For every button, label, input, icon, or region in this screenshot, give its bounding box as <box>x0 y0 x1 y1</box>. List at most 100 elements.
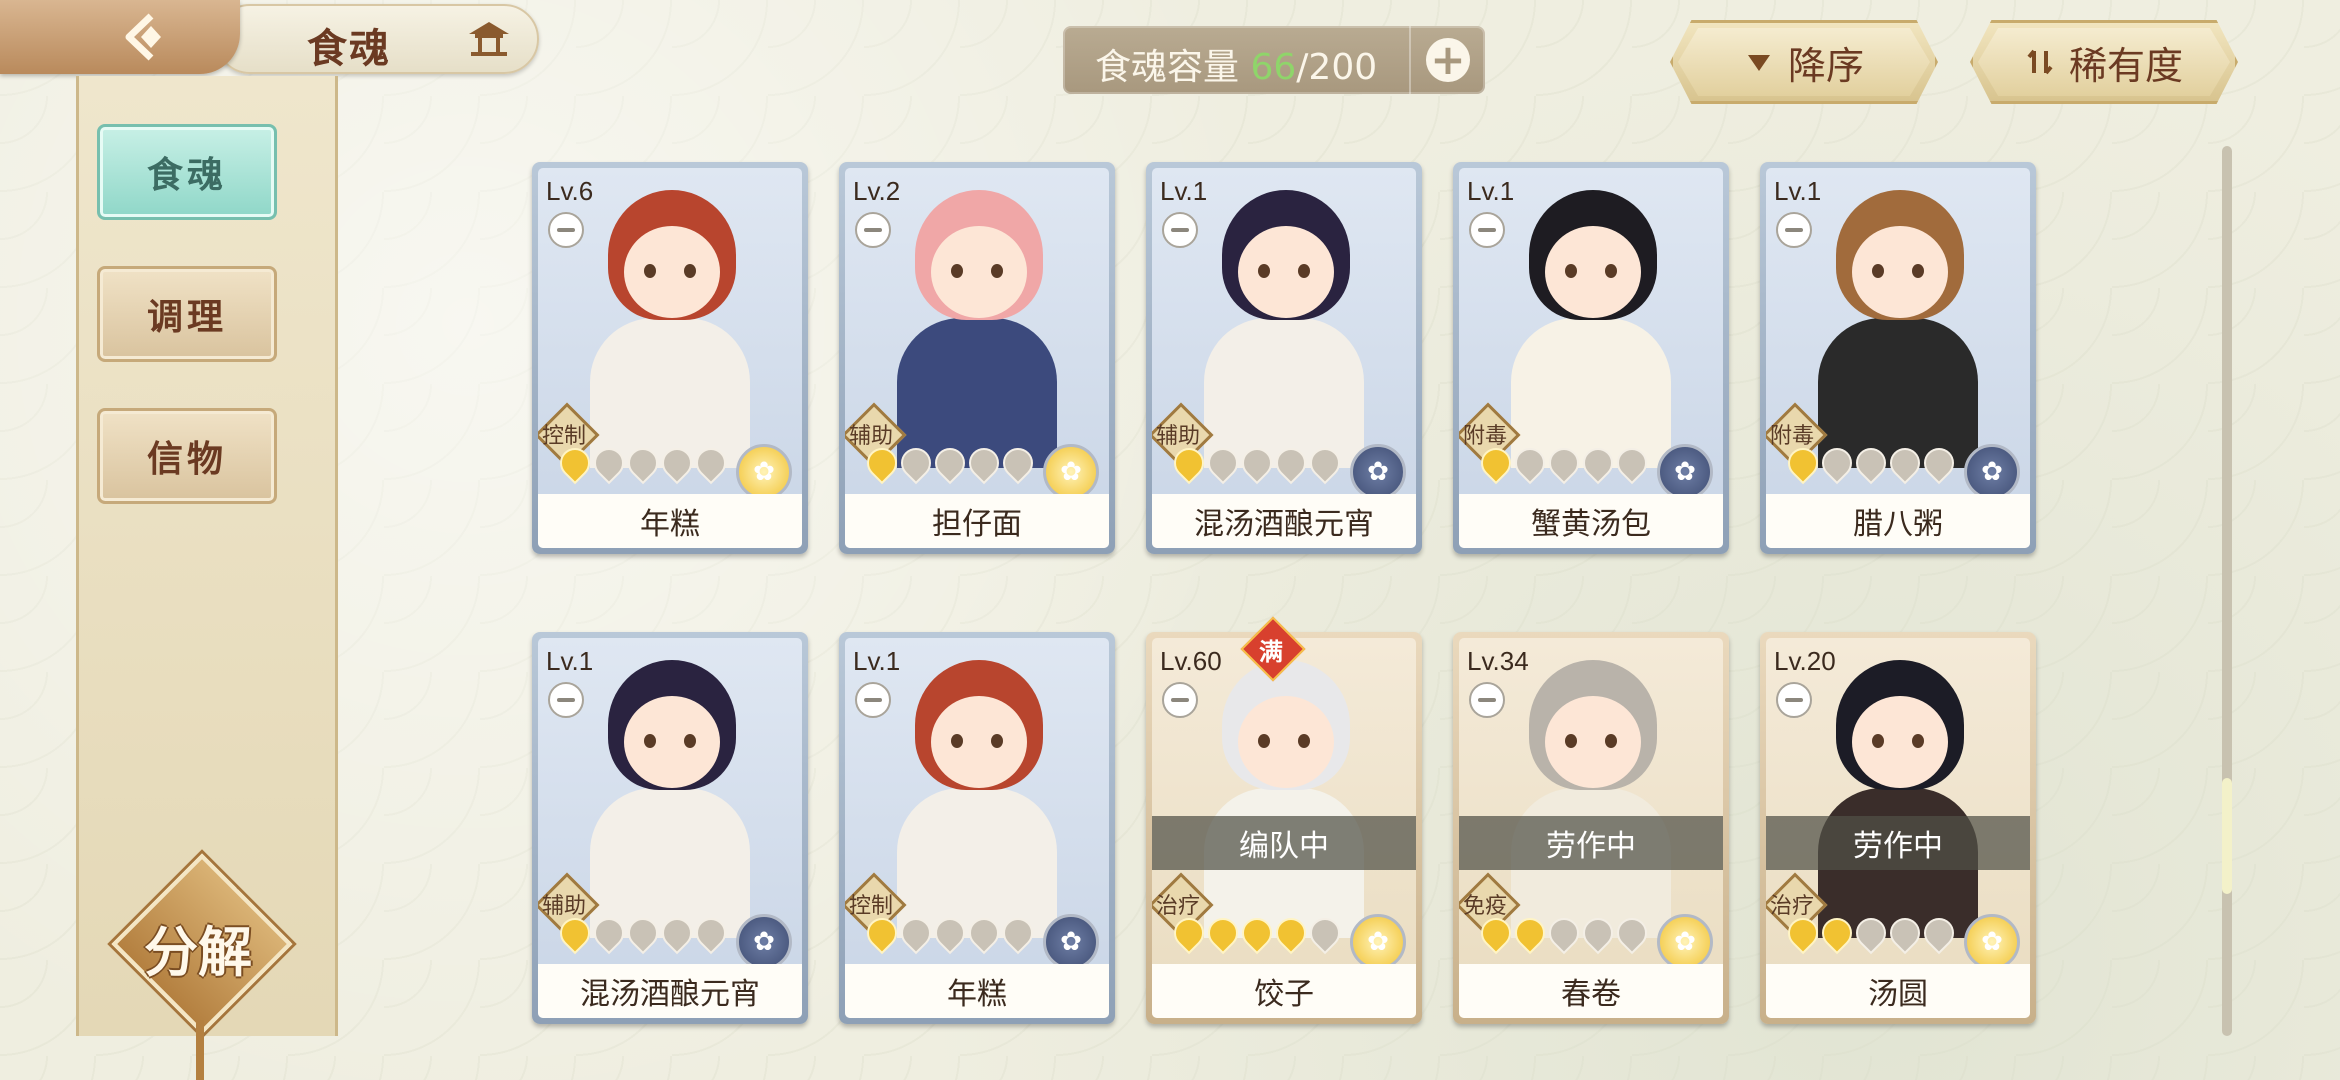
food-soul-card[interactable]: Lv.1 辅助 ✿ 混汤酒酿元宵 <box>1146 162 1422 554</box>
back-arrow-icon <box>125 13 161 61</box>
character-eye <box>1912 264 1924 278</box>
role-label: 辅助 <box>1155 424 1200 449</box>
sort-order-label: 降序 <box>1787 43 1864 88</box>
flame-star-icon <box>1167 441 1211 485</box>
sidebar-item-tokens[interactable]: 信物 <box>97 408 277 504</box>
character-eye <box>1258 264 1270 278</box>
plus-icon: + <box>1426 38 1470 82</box>
scrollbar[interactable] <box>2222 146 2232 1036</box>
card-name: 混汤酒酿元宵 <box>1194 507 1374 542</box>
bowl-icon <box>855 682 891 718</box>
full-badge-label: 满 <box>1259 638 1283 666</box>
food-soul-card[interactable]: Lv.2 辅助 ✿ 担仔面 <box>839 162 1115 554</box>
capacity-max: /200 <box>1296 47 1378 88</box>
card-inner: Lv.1 附毒 ✿ 蟹黄汤包 <box>1459 168 1723 548</box>
flame-star-icon <box>894 911 938 955</box>
card-inner: Lv.2 辅助 ✿ 担仔面 <box>845 168 1109 548</box>
character-eye <box>951 264 963 278</box>
card-level: Lv.20 <box>1774 646 1836 676</box>
character-eye <box>1872 734 1884 748</box>
card-level: Lv.2 <box>853 176 901 206</box>
card-inner: Lv.1 附毒 ✿ 腊八粥 <box>1766 168 2030 548</box>
scrollbar-thumb[interactable] <box>2222 778 2232 894</box>
character-eye <box>1565 264 1577 278</box>
star-flames <box>860 441 1040 485</box>
flame-star-icon <box>1917 911 1961 955</box>
card-status-banner: 劳作中 <box>1459 816 1723 870</box>
character-face <box>1238 696 1334 788</box>
title-plate: 食魂 <box>215 4 539 74</box>
bowl-icon <box>548 212 584 248</box>
name-plate: 腊八粥 <box>1766 494 2030 548</box>
character-face <box>931 226 1027 318</box>
star-flames <box>860 911 1040 955</box>
character-body <box>1818 318 1978 468</box>
flame-star-icon <box>1781 441 1825 485</box>
star-flames <box>1474 441 1654 485</box>
name-plate: 饺子 <box>1152 964 1416 1018</box>
sidebar-item-food-souls[interactable]: 食魂 <box>97 124 277 220</box>
card-name: 春卷 <box>1561 977 1621 1012</box>
rarity-flower-icon: ✿ <box>1350 914 1406 970</box>
food-soul-card[interactable]: Lv.34 劳作中 免疫 ✿ 春卷 <box>1453 632 1729 1024</box>
character-eye <box>951 734 963 748</box>
role-label: 辅助 <box>541 894 586 919</box>
flame-star-icon <box>587 441 631 485</box>
character-eye <box>644 734 656 748</box>
character-body <box>897 788 1057 938</box>
flame-star-icon <box>996 911 1040 955</box>
name-plate: 春卷 <box>1459 964 1723 1018</box>
food-soul-card[interactable]: Lv.1 附毒 ✿ 蟹黄汤包 <box>1453 162 1729 554</box>
flame-star-icon <box>1849 441 1893 485</box>
bowl-icon <box>1162 212 1198 248</box>
card-inner: Lv.20 劳作中 治疗 ✿ 汤圆 <box>1766 638 2030 1018</box>
sort-key-button[interactable]: 稀有度 <box>1970 20 2238 104</box>
card-level: Lv.1 <box>1774 176 1822 206</box>
sort-order-button[interactable]: 降序 <box>1670 20 1938 104</box>
flame-star-icon <box>1508 441 1552 485</box>
rarity-flower-icon: ✿ <box>1043 914 1099 970</box>
card-status-banner: 编队中 <box>1152 816 1416 870</box>
card-level: Lv.1 <box>1467 176 1515 206</box>
bowl-icon <box>1162 682 1198 718</box>
flame-star-icon <box>1269 441 1313 485</box>
food-soul-card[interactable]: Lv.20 劳作中 治疗 ✿ 汤圆 <box>1760 632 2036 1024</box>
decompose-button[interactable]: 分解 <box>111 853 293 1035</box>
card-name: 饺子 <box>1254 977 1314 1012</box>
character-body <box>1204 318 1364 468</box>
flame-star-icon <box>894 441 938 485</box>
capacity-current: 66 <box>1250 47 1297 88</box>
back-button[interactable] <box>118 10 180 64</box>
star-flames <box>553 441 733 485</box>
flame-star-icon <box>1167 911 1211 955</box>
flame-star-icon <box>962 911 1006 955</box>
back-button-plate <box>0 0 240 74</box>
food-soul-card[interactable]: Lv.6 控制 ✿ 年糕 <box>532 162 808 554</box>
flame-star-icon <box>1508 911 1552 955</box>
sidebar-item-cooking[interactable]: 调理 <box>97 266 277 362</box>
name-plate: 担仔面 <box>845 494 1109 548</box>
card-inner: Lv.60 编队中 治疗 ✿ 饺子 <box>1152 638 1416 1018</box>
food-soul-card[interactable]: Lv.60 编队中 治疗 ✿ 饺子 满 <box>1146 616 1422 1024</box>
character-eye <box>991 264 1003 278</box>
flame-star-icon <box>689 911 733 955</box>
name-plate: 混汤酒酿元宵 <box>1152 494 1416 548</box>
flame-star-icon <box>928 911 972 955</box>
role-label: 控制 <box>541 424 586 449</box>
name-plate: 蟹黄汤包 <box>1459 494 1723 548</box>
pavilion-icon[interactable] <box>467 18 511 58</box>
food-soul-card[interactable]: Lv.1 控制 ✿ 年糕 <box>839 632 1115 1024</box>
character-face <box>1545 226 1641 318</box>
bowl-icon <box>1469 682 1505 718</box>
food-soul-card[interactable]: Lv.1 辅助 ✿ 混汤酒酿元宵 <box>532 632 808 1024</box>
character-eye <box>1565 734 1577 748</box>
character-body <box>590 788 750 938</box>
card-level: Lv.1 <box>1160 176 1208 206</box>
card-level: Lv.34 <box>1467 646 1529 676</box>
flame-star-icon <box>1815 441 1859 485</box>
food-soul-card[interactable]: Lv.1 附毒 ✿ 腊八粥 <box>1760 162 2036 554</box>
flame-star-icon <box>1815 911 1859 955</box>
star-flames <box>1167 911 1347 955</box>
flame-star-icon <box>1576 441 1620 485</box>
capacity-add-button[interactable]: + <box>1409 26 1485 94</box>
